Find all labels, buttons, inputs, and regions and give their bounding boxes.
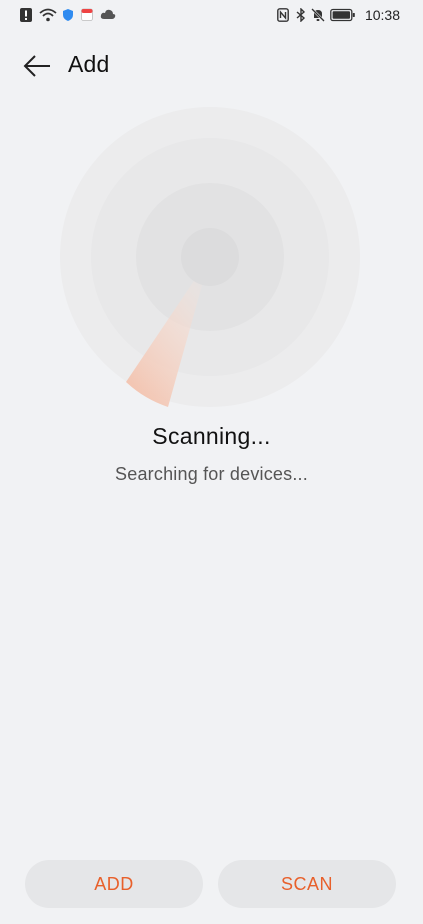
- scan-status-title: Scanning...: [152, 423, 271, 449]
- status-bar-right: 10:38: [277, 7, 400, 23]
- back-button[interactable]: [22, 52, 54, 80]
- scan-status-subtitle: Searching for devices...: [115, 464, 308, 484]
- mute-bell-icon: [311, 8, 325, 22]
- shield-icon: [62, 8, 76, 22]
- radar-scan-animation: [60, 107, 360, 407]
- add-button[interactable]: ADD: [25, 860, 203, 908]
- header: Add: [0, 44, 423, 88]
- alert-icon: [20, 8, 34, 22]
- status-bar: 10:38: [0, 0, 423, 30]
- radar-center: [181, 228, 239, 286]
- page-title: Add: [68, 51, 110, 77]
- battery-icon: [330, 8, 356, 22]
- status-bar-left: [20, 8, 116, 22]
- bottom-action-bar: ADD SCAN: [25, 860, 396, 908]
- wifi-icon: [39, 8, 57, 22]
- arrow-left-icon: [22, 55, 52, 84]
- nfc-icon: [277, 8, 291, 22]
- calendar-icon: [81, 8, 95, 22]
- scan-button[interactable]: SCAN: [218, 860, 396, 908]
- bluetooth-icon: [296, 8, 306, 22]
- cloud-icon: [100, 8, 116, 22]
- status-time: 10:38: [364, 7, 400, 23]
